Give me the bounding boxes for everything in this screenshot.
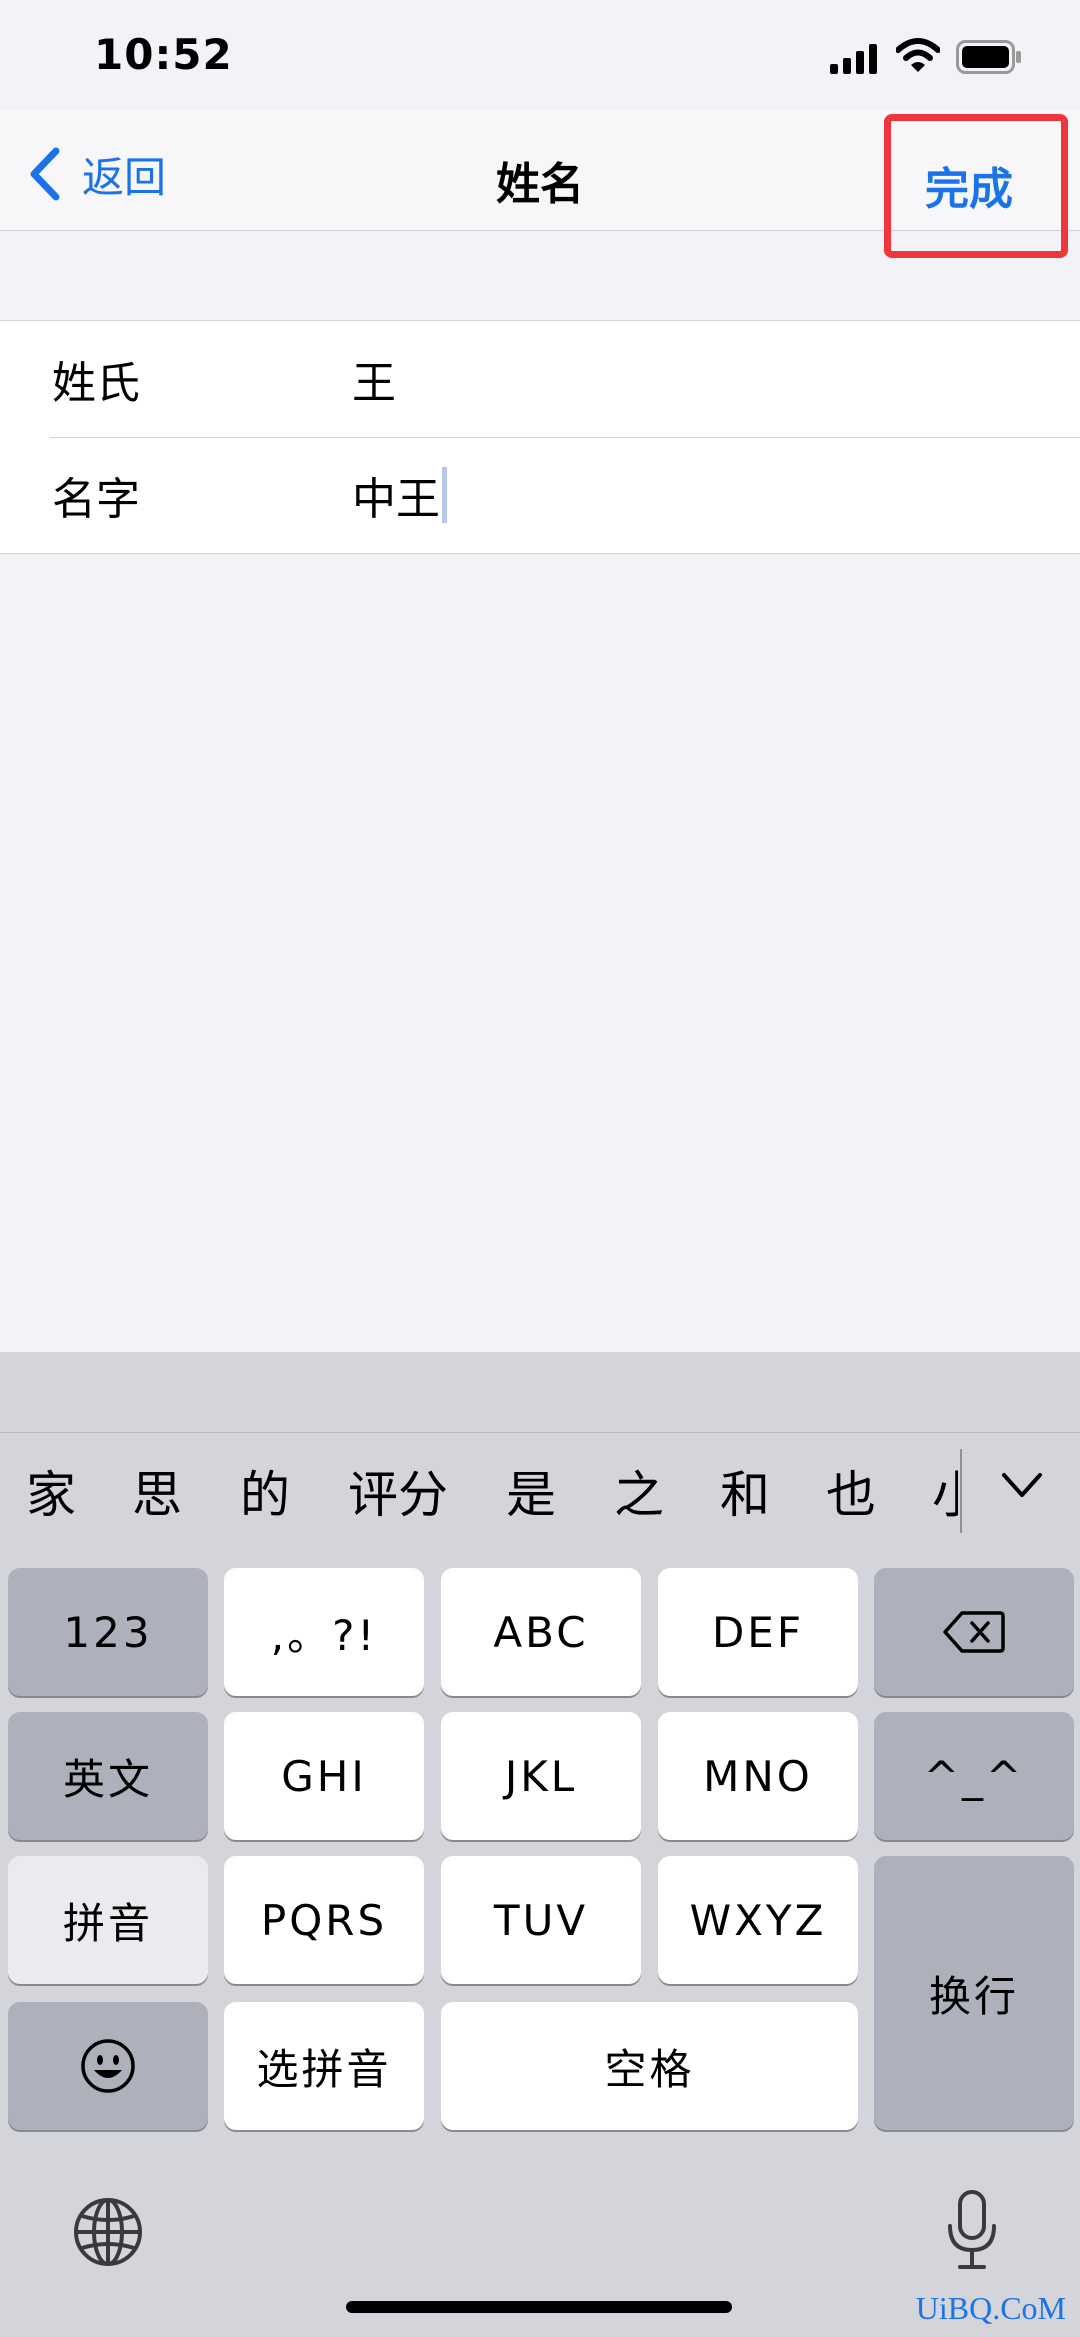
status-time: 10:52 <box>94 30 233 79</box>
candidate-item[interactable]: 思 <box>132 1433 182 1557</box>
battery-icon <box>956 40 1021 74</box>
last-name-value: 王 <box>352 358 396 409</box>
english-key[interactable]: 英文 <box>8 1712 208 1840</box>
keyboard: 家 思 的 评分 是 之 和 也 小 <box>0 1352 1080 2337</box>
select-pinyin-key[interactable]: 选拼音 <box>224 2002 424 2130</box>
space-key[interactable]: 空格 <box>441 2002 858 2130</box>
home-indicator[interactable] <box>346 2301 732 2313</box>
emoji-key[interactable] <box>8 2002 208 2130</box>
numbers-key[interactable]: 123 <box>8 1568 208 1696</box>
abc-key[interactable]: ABC <box>441 1568 641 1696</box>
status-bar: 10:52 <box>0 0 1080 110</box>
first-name-row[interactable]: 名字 中王 <box>0 437 1080 553</box>
pqrs-key[interactable]: PQRS <box>224 1856 424 1984</box>
first-name-value: 中王 <box>352 474 440 525</box>
candidate-item[interactable]: 是 <box>506 1433 556 1557</box>
return-key[interactable]: 换行 <box>874 1856 1074 2130</box>
tuv-key[interactable]: TUV <box>441 1856 641 1984</box>
globe-icon[interactable] <box>72 2196 144 2268</box>
microphone-icon[interactable] <box>944 2190 1000 2270</box>
candidate-item[interactable]: 之 <box>614 1433 664 1557</box>
candidate-item[interactable]: 小 <box>932 1433 958 1557</box>
done-button-highlight[interactable]: 完成 <box>884 114 1068 258</box>
last-name-label: 姓氏 <box>52 358 140 409</box>
mno-key[interactable]: MNO <box>658 1712 858 1840</box>
navigation-bar: 返回 姓名 完成 <box>0 110 1080 258</box>
jkl-key[interactable]: JKL <box>441 1712 641 1840</box>
backspace-icon <box>943 1611 1005 1653</box>
name-form: 姓氏 王 名字 中王 <box>0 320 1080 554</box>
text-cursor <box>442 467 447 523</box>
last-name-field[interactable]: 王 <box>352 347 396 411</box>
ghi-key[interactable]: GHI <box>224 1712 424 1840</box>
punctuation-key[interactable]: ,。?! <box>224 1568 424 1696</box>
done-button[interactable]: 完成 <box>925 153 1013 217</box>
candidate-item[interactable]: 家 <box>26 1433 76 1557</box>
pinyin-key[interactable]: 拼音 <box>8 1856 208 1984</box>
candidate-item[interactable]: 的 <box>240 1433 290 1557</box>
candidate-bar: 家 思 的 评分 是 之 和 也 小 <box>0 1432 1080 1557</box>
watermark: UiBQ.CoM <box>915 2290 1066 2326</box>
candidate-item[interactable]: 评分 <box>348 1433 448 1557</box>
emoticon-key[interactable]: ^_^ <box>874 1712 1074 1840</box>
candidate-item[interactable]: 和 <box>720 1433 770 1557</box>
emoji-icon <box>81 2039 135 2093</box>
last-name-row[interactable]: 姓氏 王 <box>0 321 1080 437</box>
candidate-item[interactable]: 也 <box>826 1433 876 1557</box>
wifi-icon <box>896 38 940 72</box>
candidate-divider <box>960 1449 962 1533</box>
chevron-down-icon[interactable] <box>1000 1463 1044 1507</box>
first-name-label: 名字 <box>52 474 140 525</box>
cellular-signal-icon <box>830 44 877 74</box>
wxyz-key[interactable]: WXYZ <box>658 1856 858 1984</box>
delete-key[interactable] <box>874 1568 1074 1696</box>
first-name-field[interactable]: 中王 <box>352 463 447 527</box>
def-key[interactable]: DEF <box>658 1568 858 1696</box>
